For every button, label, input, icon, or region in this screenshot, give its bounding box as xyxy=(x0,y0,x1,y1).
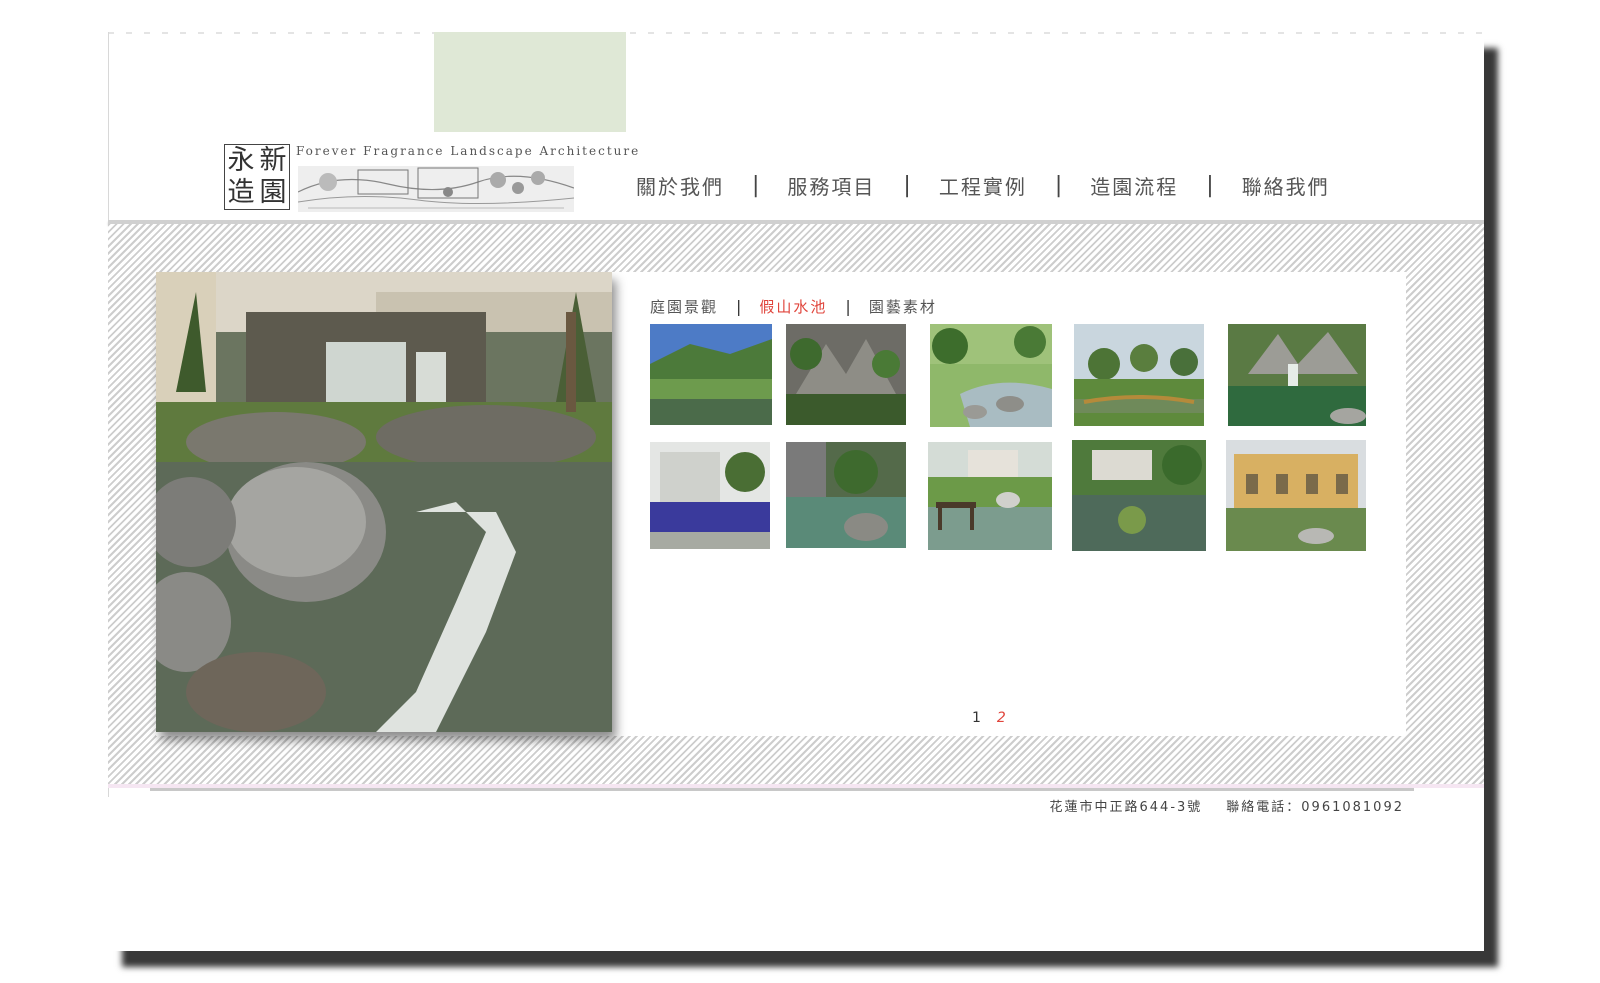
nav-about[interactable]: 關於我們 xyxy=(636,171,724,200)
page: 新 永 園 造 Forever Fragrance Landscape Arch… xyxy=(108,32,1484,951)
category-gardening-materials[interactable]: 園藝素材 xyxy=(869,296,937,317)
gallery-thumbnail[interactable] xyxy=(928,442,1052,550)
category-nav: 庭園景觀 | 假山水池 | 園藝素材 xyxy=(650,296,937,317)
category-rockery-pond[interactable]: 假山水池 xyxy=(759,296,827,317)
seal-char: 園 xyxy=(259,177,287,208)
gallery-thumbnail[interactable] xyxy=(1228,324,1366,426)
logo[interactable]: 新 永 園 造 Forever Fragrance Landscape Arch… xyxy=(224,144,638,216)
footer-divider xyxy=(150,788,1414,791)
nav-process[interactable]: 造園流程 xyxy=(1090,171,1178,200)
gallery-thumbnail[interactable] xyxy=(650,324,772,425)
logo-seal: 新 永 園 造 xyxy=(224,144,290,210)
hero-photo xyxy=(156,272,612,732)
gallery-thumbnail[interactable] xyxy=(650,442,770,549)
footer-address: 花蓮市中正路644-3號 xyxy=(1049,800,1203,815)
villa-pool-thumbnail xyxy=(650,442,770,549)
stepping-stone-pond-thumbnail xyxy=(930,324,1052,427)
main-nav: 關於我們 | 服務項目 | 工程實例 | 造園流程 | 聯絡我們 xyxy=(636,170,1330,200)
nav-separator: | xyxy=(903,172,911,198)
yellow-villa-thumbnail xyxy=(1226,440,1366,551)
content-panel: 庭園景觀 | 假山水池 | 園藝素材 1 2 xyxy=(156,272,1406,736)
nav-separator: | xyxy=(1206,172,1214,198)
nav-services[interactable]: 服務項目 xyxy=(787,171,875,200)
header-color-block xyxy=(434,32,626,132)
seal-char: 永 xyxy=(227,145,255,176)
content-frame: 庭園景觀 | 假山水池 | 園藝素材 1 2 xyxy=(108,224,1484,784)
logo-english-name: Forever Fragrance Landscape Architecture xyxy=(296,144,641,158)
bridge-house-thumbnail xyxy=(928,442,1052,550)
gallery-thumbnail[interactable] xyxy=(786,324,906,425)
page-link-2[interactable]: 2 xyxy=(997,710,1006,726)
top-dotted-border xyxy=(108,32,1484,34)
gallery-thumbnail[interactable] xyxy=(1074,324,1204,426)
rock-waterfall-thumbnail xyxy=(1228,324,1366,426)
rockery-garden-thumbnail xyxy=(786,324,906,425)
category-separator: | xyxy=(845,297,851,316)
nav-contact[interactable]: 聯絡我們 xyxy=(1242,171,1330,200)
pagination: 1 2 xyxy=(972,710,1006,726)
wooden-bridge-pond-thumbnail xyxy=(1074,324,1204,426)
landscape-sketch-icon xyxy=(298,166,574,212)
nav-separator: | xyxy=(752,172,760,198)
nav-projects[interactable]: 工程實例 xyxy=(939,171,1027,200)
gallery-thumbnail[interactable] xyxy=(1072,440,1206,551)
gallery-thumbnail[interactable] xyxy=(930,324,1052,427)
category-separator: | xyxy=(736,297,742,316)
footer-phone: 聯絡電話：0961081092 xyxy=(1226,800,1404,815)
page-link-1[interactable]: 1 xyxy=(972,710,981,726)
footer-contact: 花蓮市中正路644-3號 聯絡電話：0961081092 xyxy=(1050,796,1405,815)
seal-char: 新 xyxy=(259,145,287,176)
koi-pond-thumbnail xyxy=(786,442,906,548)
seal-char: 造 xyxy=(227,177,255,208)
category-garden-landscape[interactable]: 庭園景觀 xyxy=(650,296,718,317)
gallery-thumbnail[interactable] xyxy=(1226,440,1366,551)
mountain-lake-thumbnail xyxy=(650,324,772,425)
garden-pond-thumbnail xyxy=(1072,440,1206,551)
rock-waterfall-pond-photo xyxy=(156,272,612,732)
gallery-thumbnail[interactable] xyxy=(786,442,906,548)
nav-separator: | xyxy=(1054,172,1063,198)
